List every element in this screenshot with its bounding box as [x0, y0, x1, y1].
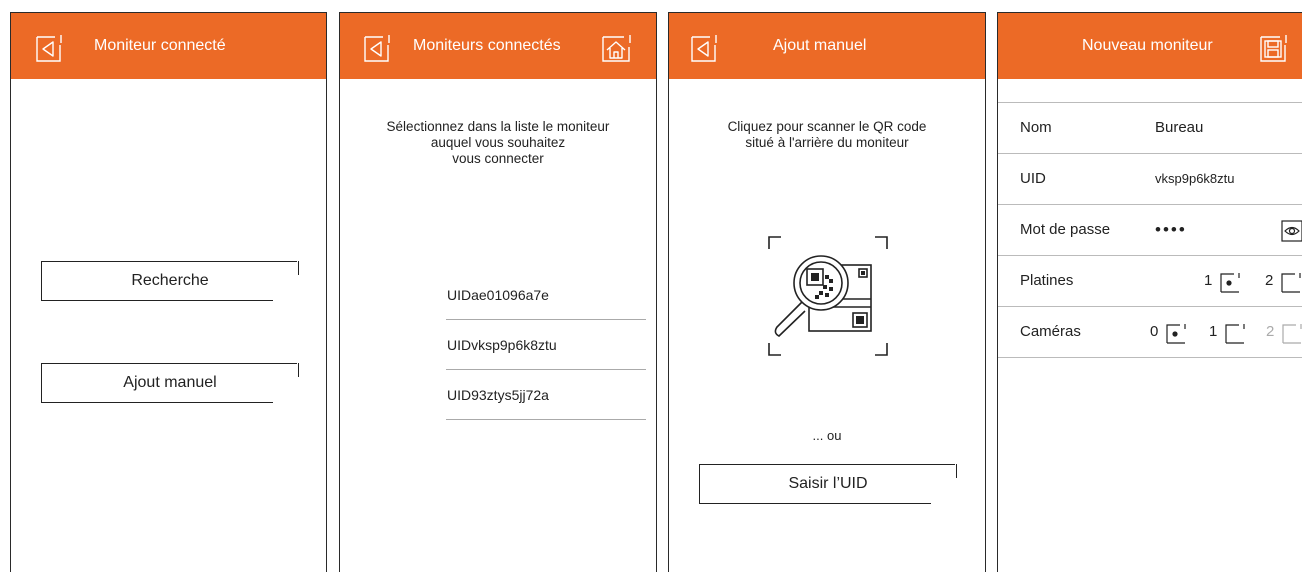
name-field[interactable]: Bureau [1155, 103, 1203, 153]
platine-option-label: 2 [1265, 272, 1274, 289]
screen-ajout-manuel: Ajout manuel Cliquez pour scanner le QR … [668, 12, 986, 572]
camera-2-checkbox[interactable] [1282, 324, 1302, 344]
uid-label: UID [1020, 170, 1046, 187]
camera-option-label: 0 [1150, 323, 1159, 340]
home-icon[interactable] [602, 33, 631, 62]
screen-moniteurs-connectes: Moniteurs connectés Sélectionnez dans la… [339, 12, 657, 572]
or-text: ... ou [812, 428, 842, 443]
page-title: Moniteur connecté [94, 37, 226, 54]
cameras-label: Caméras [1020, 323, 1081, 340]
manual-add-button[interactable]: Ajout manuel [41, 363, 299, 403]
header: Moniteur connecté [11, 13, 326, 79]
header: Moniteurs connectés [340, 13, 656, 79]
back-icon[interactable] [36, 33, 64, 62]
list-item[interactable]: UIDvksp9p6k8ztu [446, 320, 646, 370]
enter-uid-button[interactable]: Saisir l’UID [699, 464, 957, 504]
uid-row: UID vksp9p6k8ztu [998, 154, 1302, 205]
platines-label: Platines [1020, 272, 1074, 289]
list-item[interactable]: UIDae01096a7e [446, 270, 646, 320]
name-label: Nom [1020, 119, 1052, 136]
camera-0-checkbox[interactable] [1166, 324, 1186, 344]
instruction-text: Sélectionnez dans la liste le moniteur a… [386, 119, 610, 166]
password-label: Mot de passe [1020, 221, 1111, 238]
instruction-text: Cliquez pour scanner le QR code situé à … [727, 119, 927, 150]
enter-uid-button-label: Saisir l’UID [788, 475, 868, 492]
camera-option-label: 1 [1209, 323, 1218, 340]
header: Ajout manuel [669, 13, 985, 79]
page-title: Moniteurs connectés [413, 37, 561, 54]
page-title: Nouveau moniteur [1082, 37, 1213, 54]
password-field[interactable]: •••• [1155, 205, 1187, 255]
uid-field[interactable]: vksp9p6k8ztu [1155, 154, 1235, 204]
eye-icon[interactable] [1281, 220, 1302, 242]
search-button-label: Recherche [131, 272, 209, 289]
back-icon[interactable] [364, 33, 392, 62]
name-row: Nom Bureau [998, 103, 1302, 154]
header: Nouveau moniteur [998, 13, 1302, 79]
platine-2-checkbox[interactable] [1281, 273, 1301, 293]
camera-option-label: 2 [1266, 323, 1275, 340]
qr-scan-icon[interactable] [767, 235, 891, 359]
screen-nouveau-moniteur: Nouveau moniteur Nom Bureau UID vksp9p6k… [997, 12, 1302, 572]
platine-1-checkbox[interactable] [1220, 273, 1240, 293]
list-item[interactable]: UID93ztys5jj72a [446, 370, 646, 420]
page-title: Ajout manuel [773, 37, 867, 54]
back-icon[interactable] [691, 33, 719, 62]
password-row: Mot de passe •••• [998, 205, 1302, 256]
manual-add-button-label: Ajout manuel [123, 374, 217, 391]
cameras-row: Caméras 0 1 2 [998, 307, 1302, 358]
search-button[interactable]: Recherche [41, 261, 299, 301]
platines-row: Platines 1 2 [998, 256, 1302, 307]
platine-option-label: 1 [1204, 272, 1213, 289]
camera-1-checkbox[interactable] [1225, 324, 1245, 344]
screen-moniteur-connecte: Moniteur connecté Recherche Ajout manuel [10, 12, 327, 572]
save-icon[interactable] [1260, 33, 1288, 62]
